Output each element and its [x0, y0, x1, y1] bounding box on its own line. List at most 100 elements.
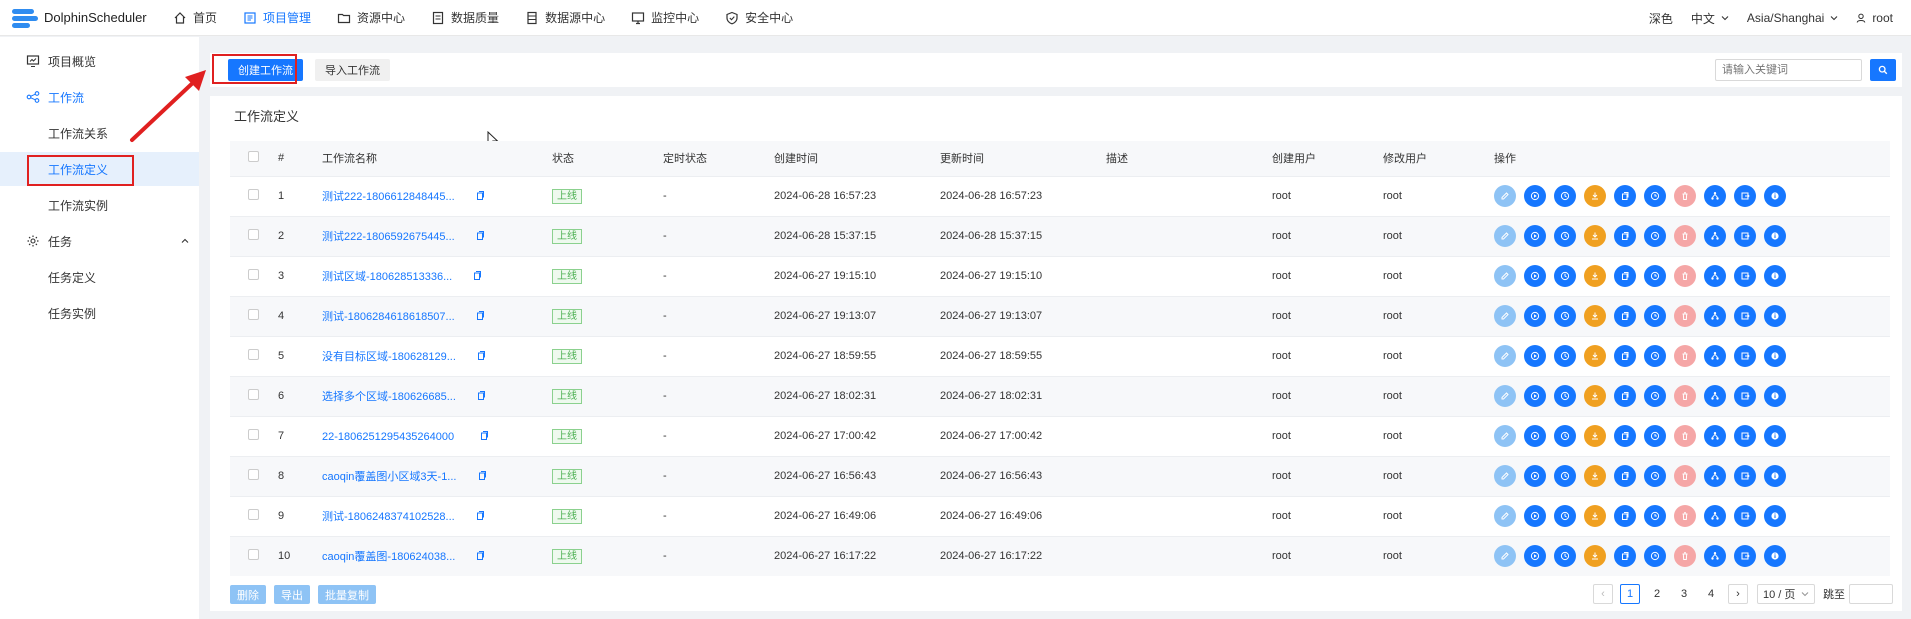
- nav-item-data-quality[interactable]: 数据质量: [418, 0, 512, 36]
- delete-button[interactable]: [1674, 465, 1696, 487]
- copy-name-icon[interactable]: [475, 550, 486, 561]
- row-checkbox[interactable]: [248, 189, 259, 200]
- select-all-checkbox[interactable]: [248, 151, 259, 163]
- tree-button[interactable]: [1704, 465, 1726, 487]
- info-button[interactable]: [1764, 465, 1786, 487]
- sidebar-item-task-definition[interactable]: 任务定义: [0, 260, 199, 294]
- version-button[interactable]: [1644, 465, 1666, 487]
- timing-button[interactable]: [1554, 265, 1576, 287]
- copy-button[interactable]: [1614, 505, 1636, 527]
- page-button-1[interactable]: 1: [1620, 584, 1640, 604]
- copy-button[interactable]: [1614, 305, 1636, 327]
- edit-button[interactable]: [1494, 185, 1516, 207]
- edit-button[interactable]: [1494, 305, 1516, 327]
- timing-button[interactable]: [1554, 385, 1576, 407]
- row-checkbox[interactable]: [248, 509, 259, 520]
- language-select[interactable]: 中文: [1691, 10, 1729, 27]
- row-checkbox[interactable]: [248, 229, 259, 240]
- export-button[interactable]: [1734, 385, 1756, 407]
- delete-button[interactable]: [1674, 545, 1696, 568]
- info-button[interactable]: [1764, 225, 1786, 247]
- version-button[interactable]: [1644, 425, 1666, 447]
- tree-button[interactable]: [1704, 505, 1726, 527]
- edit-button[interactable]: [1494, 225, 1516, 247]
- row-checkbox[interactable]: [248, 349, 259, 360]
- workflow-name-link[interactable]: caoqin覆盖图小区域3天-1...: [322, 471, 456, 483]
- export-button[interactable]: [1734, 225, 1756, 247]
- copy-button[interactable]: [1614, 185, 1636, 207]
- row-checkbox[interactable]: [248, 389, 259, 400]
- workflow-name-link[interactable]: 没有目标区域-180628129...: [322, 351, 456, 363]
- app-logo[interactable]: DolphinScheduler: [0, 5, 160, 31]
- copy-name-icon[interactable]: [477, 470, 488, 481]
- export-button[interactable]: [1734, 425, 1756, 447]
- tree-button[interactable]: [1704, 425, 1726, 447]
- delete-button[interactable]: [1674, 425, 1696, 447]
- tree-button[interactable]: [1704, 265, 1726, 287]
- row-checkbox[interactable]: [248, 269, 259, 280]
- version-button[interactable]: [1644, 225, 1666, 247]
- run-button[interactable]: [1524, 385, 1546, 407]
- version-button[interactable]: [1644, 385, 1666, 407]
- import-workflow-button[interactable]: 导入工作流: [315, 59, 390, 81]
- timing-button[interactable]: [1554, 305, 1576, 327]
- tree-button[interactable]: [1704, 185, 1726, 207]
- row-checkbox[interactable]: [248, 549, 259, 561]
- info-button[interactable]: [1764, 385, 1786, 407]
- nav-item-monitor[interactable]: 监控中心: [618, 0, 712, 36]
- copy-button[interactable]: [1614, 265, 1636, 287]
- export-button[interactable]: [1734, 465, 1756, 487]
- run-button[interactable]: [1524, 305, 1546, 327]
- timing-button[interactable]: [1554, 545, 1576, 568]
- page-button-3[interactable]: 3: [1674, 584, 1694, 604]
- run-button[interactable]: [1524, 225, 1546, 247]
- export-button[interactable]: [1734, 185, 1756, 207]
- row-checkbox[interactable]: [248, 309, 259, 320]
- user-menu[interactable]: root: [1856, 11, 1893, 25]
- edit-button[interactable]: [1494, 505, 1516, 527]
- edit-button[interactable]: [1494, 265, 1516, 287]
- search-button[interactable]: [1870, 59, 1896, 81]
- tree-button[interactable]: [1704, 385, 1726, 407]
- batch-delete-button[interactable]: 删除: [230, 585, 266, 604]
- copy-name-icon[interactable]: [475, 190, 486, 201]
- run-button[interactable]: [1524, 185, 1546, 207]
- workflow-name-link[interactable]: 22-1806251295435264000: [322, 431, 454, 443]
- download-button[interactable]: [1584, 425, 1606, 447]
- delete-button[interactable]: [1674, 345, 1696, 367]
- workflow-name-link[interactable]: 测试区域-180628513336...: [322, 271, 452, 283]
- info-button[interactable]: [1764, 345, 1786, 367]
- copy-name-icon[interactable]: [475, 510, 486, 521]
- page-size-select[interactable]: 10 / 页: [1757, 584, 1815, 604]
- sidebar-item-task-instance[interactable]: 任务实例: [0, 296, 199, 330]
- row-checkbox[interactable]: [248, 429, 259, 440]
- info-button[interactable]: [1764, 545, 1786, 568]
- version-button[interactable]: [1644, 305, 1666, 327]
- workflow-name-link[interactable]: caoqin覆盖图-180624038...: [322, 551, 455, 563]
- next-page-button[interactable]: ›: [1728, 584, 1748, 604]
- timing-button[interactable]: [1554, 185, 1576, 207]
- nav-item-datasource[interactable]: 数据源中心: [512, 0, 618, 36]
- delete-button[interactable]: [1674, 185, 1696, 207]
- edit-button[interactable]: [1494, 385, 1516, 407]
- timing-button[interactable]: [1554, 425, 1576, 447]
- workflow-name-link[interactable]: 测试222-1806592675445...: [322, 231, 455, 243]
- run-button[interactable]: [1524, 505, 1546, 527]
- export-button[interactable]: [1734, 265, 1756, 287]
- info-button[interactable]: [1764, 305, 1786, 327]
- export-button[interactable]: [1734, 305, 1756, 327]
- run-button[interactable]: [1524, 345, 1546, 367]
- nav-item-security[interactable]: 安全中心: [712, 0, 806, 36]
- version-button[interactable]: [1644, 505, 1666, 527]
- edit-button[interactable]: [1494, 345, 1516, 367]
- download-button[interactable]: [1584, 545, 1606, 568]
- download-button[interactable]: [1584, 225, 1606, 247]
- copy-button[interactable]: [1614, 465, 1636, 487]
- page-button-4[interactable]: 4: [1701, 584, 1721, 604]
- export-button[interactable]: [1734, 545, 1756, 568]
- run-button[interactable]: [1524, 465, 1546, 487]
- theme-toggle[interactable]: 深色: [1649, 10, 1673, 27]
- delete-button[interactable]: [1674, 305, 1696, 327]
- workflow-name-link[interactable]: 测试222-1806612848445...: [322, 191, 455, 203]
- info-button[interactable]: [1764, 425, 1786, 447]
